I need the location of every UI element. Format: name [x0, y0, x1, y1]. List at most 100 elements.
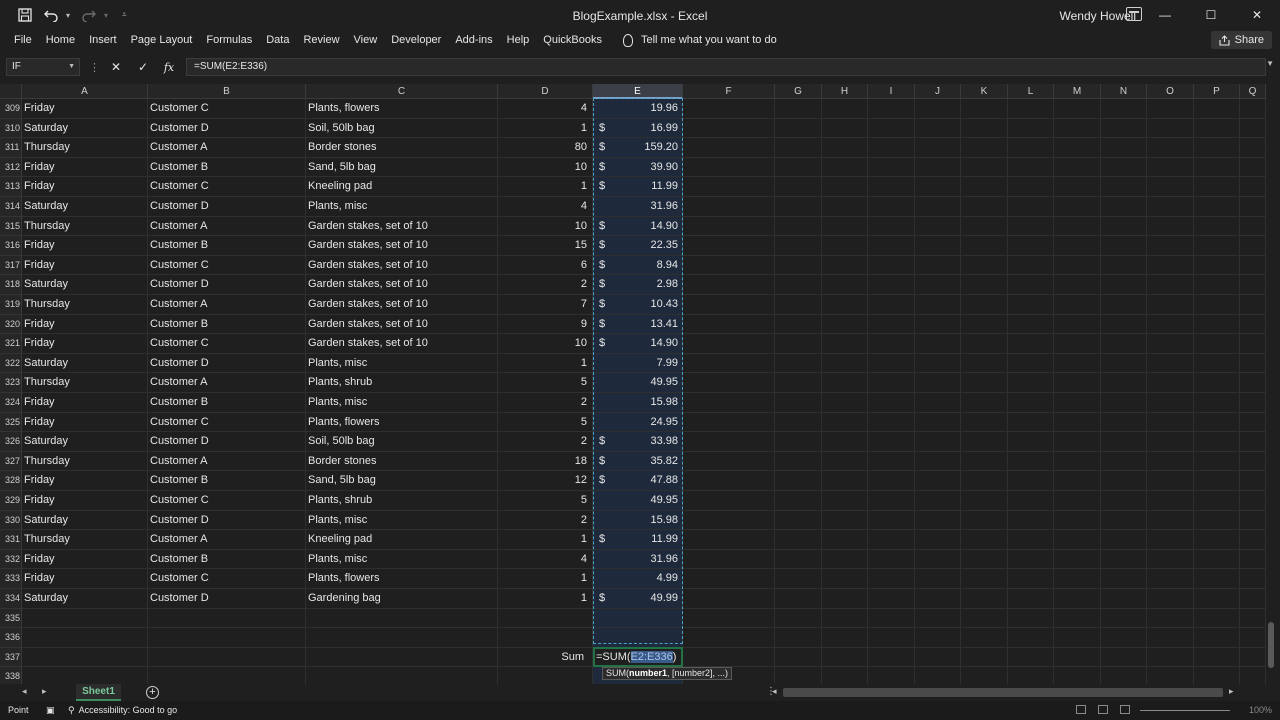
cell-empty[interactable]: [775, 314, 822, 335]
cell-item[interactable]: Garden stakes, set of 10: [306, 275, 498, 295]
cell-empty[interactable]: [1240, 99, 1266, 119]
tab-view[interactable]: View: [347, 34, 385, 46]
cell-day[interactable]: Friday: [22, 412, 148, 433]
cell-empty[interactable]: [1101, 393, 1147, 413]
cell-empty[interactable]: [1101, 118, 1147, 139]
cell-empty[interactable]: [1054, 451, 1101, 472]
cell-empty[interactable]: [1054, 353, 1101, 374]
cell-empty[interactable]: [1008, 314, 1054, 335]
cell-empty[interactable]: [683, 628, 775, 648]
cell-empty[interactable]: [683, 530, 775, 550]
cell-item[interactable]: Border stones: [306, 138, 498, 158]
cell-empty[interactable]: [775, 569, 822, 589]
row-header[interactable]: 331: [0, 530, 22, 550]
cell-amount[interactable]: 15.98: [593, 510, 683, 531]
cell-day[interactable]: Friday: [22, 99, 148, 119]
column-header-p[interactable]: P: [1194, 84, 1240, 99]
undo-dropdown-icon[interactable]: ▾: [66, 11, 74, 20]
cell-empty[interactable]: [822, 412, 868, 433]
cell-customer[interactable]: Customer A: [148, 295, 306, 315]
cell-empty[interactable]: [1147, 608, 1194, 629]
cell-quantity[interactable]: 15: [498, 236, 593, 256]
row-header[interactable]: 322: [0, 353, 22, 374]
cell-empty[interactable]: [1147, 549, 1194, 570]
cell-empty[interactable]: [1008, 451, 1054, 472]
cell-item[interactable]: [306, 628, 498, 648]
cell-empty[interactable]: [868, 471, 915, 491]
cell-empty[interactable]: [683, 393, 775, 413]
cell-day[interactable]: Saturday: [22, 353, 148, 374]
cell-empty[interactable]: [868, 255, 915, 276]
cell-customer[interactable]: Customer C: [148, 255, 306, 276]
cell-empty[interactable]: [1194, 99, 1240, 119]
cell-empty[interactable]: [1054, 118, 1101, 139]
cell-empty[interactable]: [1194, 255, 1240, 276]
cell-empty[interactable]: [915, 667, 961, 684]
cell-empty[interactable]: [775, 491, 822, 511]
cell-amount[interactable]: 24.95: [593, 412, 683, 433]
cell-empty[interactable]: [868, 216, 915, 237]
cell-empty[interactable]: [683, 589, 775, 609]
row-header[interactable]: 328: [0, 471, 22, 491]
tab-page-layout[interactable]: Page Layout: [124, 34, 200, 46]
row-header[interactable]: 333: [0, 569, 22, 589]
cell-customer[interactable]: Customer D: [148, 589, 306, 609]
cell-empty[interactable]: [915, 275, 961, 295]
cell-empty[interactable]: [1147, 510, 1194, 531]
cell-empty[interactable]: [1240, 216, 1266, 237]
cell-item[interactable]: Plants, misc: [306, 353, 498, 374]
cell-item[interactable]: Plants, misc: [306, 510, 498, 531]
cell-empty[interactable]: [1240, 177, 1266, 197]
cell-empty[interactable]: [915, 569, 961, 589]
cell-quantity[interactable]: 1: [498, 177, 593, 197]
cell-customer[interactable]: Customer B: [148, 236, 306, 256]
cell-quantity[interactable]: 1: [498, 589, 593, 609]
cell-empty[interactable]: [683, 471, 775, 491]
cell-empty[interactable]: [1240, 549, 1266, 570]
cell-empty[interactable]: [1101, 647, 1147, 668]
cell-empty[interactable]: [961, 549, 1008, 570]
cell-item[interactable]: Plants, flowers: [306, 99, 498, 119]
cell-empty[interactable]: [822, 275, 868, 295]
cell-empty[interactable]: [1147, 334, 1194, 354]
row-header[interactable]: 323: [0, 373, 22, 393]
cell-empty[interactable]: [1194, 295, 1240, 315]
cell-empty[interactable]: [915, 118, 961, 139]
cell-item[interactable]: [306, 608, 498, 629]
cell-item[interactable]: Garden stakes, set of 10: [306, 255, 498, 276]
cell-empty[interactable]: [775, 177, 822, 197]
cell-customer[interactable]: Customer D: [148, 432, 306, 452]
cell-customer[interactable]: Customer A: [148, 451, 306, 472]
cell-item[interactable]: Plants, flowers: [306, 412, 498, 433]
cell-empty[interactable]: [961, 334, 1008, 354]
cell-empty[interactable]: [822, 177, 868, 197]
cell-amount[interactable]: 31.96: [593, 549, 683, 570]
cell-empty[interactable]: [1194, 334, 1240, 354]
cell-day[interactable]: Saturday: [22, 118, 148, 139]
cell-item[interactable]: Garden stakes, set of 10: [306, 314, 498, 335]
cell-empty[interactable]: [961, 510, 1008, 531]
cell-customer[interactable]: Customer B: [148, 471, 306, 491]
zoom-level[interactable]: 100%: [1249, 705, 1272, 715]
cell-empty[interactable]: [1240, 295, 1266, 315]
cell-empty[interactable]: [1008, 491, 1054, 511]
cell-amount[interactable]: $49.99: [593, 589, 683, 609]
cell-empty[interactable]: [868, 432, 915, 452]
cell-empty[interactable]: [1240, 667, 1266, 684]
row-header[interactable]: 320: [0, 314, 22, 335]
cell-empty[interactable]: [1240, 451, 1266, 472]
row-header[interactable]: 319: [0, 295, 22, 315]
cell-empty[interactable]: [961, 589, 1008, 609]
cell-empty[interactable]: [915, 177, 961, 197]
row-header[interactable]: 310: [0, 118, 22, 139]
cell-empty[interactable]: [1008, 589, 1054, 609]
cell-amount[interactable]: $10.43: [593, 295, 683, 315]
cell-empty[interactable]: [1240, 275, 1266, 295]
cell-amount[interactable]: $2.98: [593, 275, 683, 295]
cell-amount[interactable]: $35.82: [593, 451, 683, 472]
cell-customer[interactable]: Customer D: [148, 118, 306, 139]
cell-empty[interactable]: [1101, 628, 1147, 648]
cell-empty[interactable]: [868, 275, 915, 295]
cell-empty[interactable]: [822, 373, 868, 393]
cell-amount[interactable]: 19.96: [593, 99, 683, 119]
